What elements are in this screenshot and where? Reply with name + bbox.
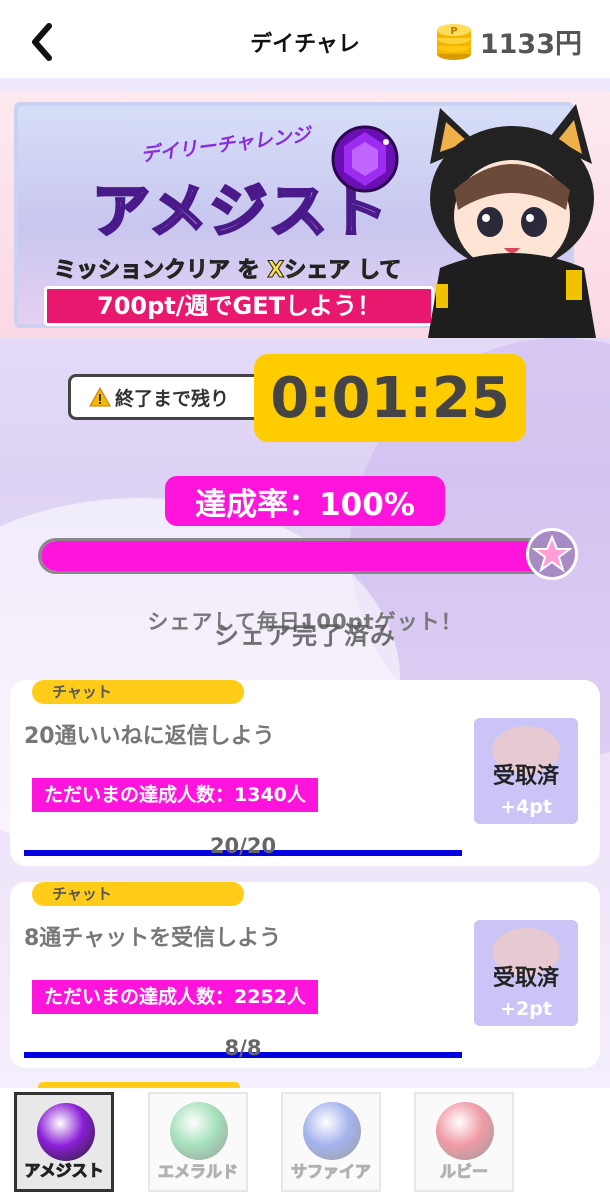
amethyst-gem-icon <box>331 125 399 193</box>
tab-amethyst[interactable]: アメジスト <box>14 1092 114 1192</box>
mission-achievers: ただいまの達成人数：1340人 <box>32 778 318 812</box>
countdown-timer: 0:01:25 <box>254 354 526 442</box>
timer-label-text: 終了まで残り <box>115 387 230 410</box>
timer-label: 終了まで残り <box>68 374 268 420</box>
gem-tab-bar: アメジスト エメラルド サファイア ルビー <box>0 1088 610 1199</box>
achievement-rate: 達成率：100% <box>165 476 445 526</box>
tab-emerald[interactable]: エメラルド <box>148 1092 248 1192</box>
claimed-button[interactable]: 受取済 +4pt <box>474 718 578 824</box>
tab-ruby[interactable]: ルビー <box>414 1092 514 1192</box>
claim-points: +4pt <box>500 796 552 818</box>
amethyst-gem-icon <box>37 1103 95 1161</box>
claim-label: 受取済 <box>492 764 559 789</box>
mission-category: チャット <box>32 882 244 906</box>
tab-label: サファイア <box>290 1162 371 1182</box>
mission-card: チャット 20通いいねに返信しよう ただいまの達成人数：1340人 20/20 … <box>10 680 600 866</box>
ruby-gem-icon <box>436 1102 494 1160</box>
app-header: デイチャレ P 1133円 <box>0 0 610 78</box>
challenge-banner: デイリーチャレンジ アメジスト ミッションクリア を Xシェア して 700pt… <box>0 92 610 338</box>
mission-category: チャット <box>32 680 244 704</box>
svg-text:P: P <box>450 26 457 37</box>
sapphire-gem-icon <box>303 1102 361 1160</box>
share-done-status: シェア完了済み <box>213 621 396 650</box>
claim-label: 受取済 <box>492 966 559 991</box>
banner-line2: 700pt/週でGETしよう！ <box>44 286 434 326</box>
achievement-progress-fill <box>41 541 549 571</box>
coin-balance: P 1133円 <box>434 20 582 62</box>
star-icon <box>526 528 578 580</box>
mission-title: 8通チャットを受信しよう <box>24 926 282 951</box>
mission-title: 20通いいねに返信しよう <box>24 724 275 749</box>
mission-achievers: ただいまの達成人数：2252人 <box>32 980 318 1014</box>
tab-label: ルビー <box>439 1162 488 1182</box>
character-illustration <box>428 104 596 338</box>
warning-icon <box>89 387 111 407</box>
tab-label: エメラルド <box>157 1162 238 1182</box>
claimed-button[interactable]: 受取済 +2pt <box>474 920 578 1026</box>
coin-amount: 1133円 <box>479 28 582 60</box>
mission-card: チャット 8通チャットを受信しよう ただいまの達成人数：2252人 8/8 受取… <box>10 882 600 1068</box>
claim-points: +2pt <box>500 998 552 1020</box>
achievement-progress-bar <box>38 538 552 574</box>
mission-progress: 8/8 <box>224 1036 262 1060</box>
mission-progress: 20/20 <box>209 834 277 858</box>
coin-stack-icon: P <box>436 24 471 60</box>
banner-line1: ミッションクリア を Xシェア して <box>53 258 402 284</box>
tab-sapphire[interactable]: サファイア <box>281 1092 381 1192</box>
main-content[interactable]: デイリーチャレンジ アメジスト ミッションクリア を Xシェア して 700pt… <box>0 78 610 1088</box>
tab-label: アメジスト <box>24 1161 104 1181</box>
emerald-gem-icon <box>170 1102 228 1160</box>
